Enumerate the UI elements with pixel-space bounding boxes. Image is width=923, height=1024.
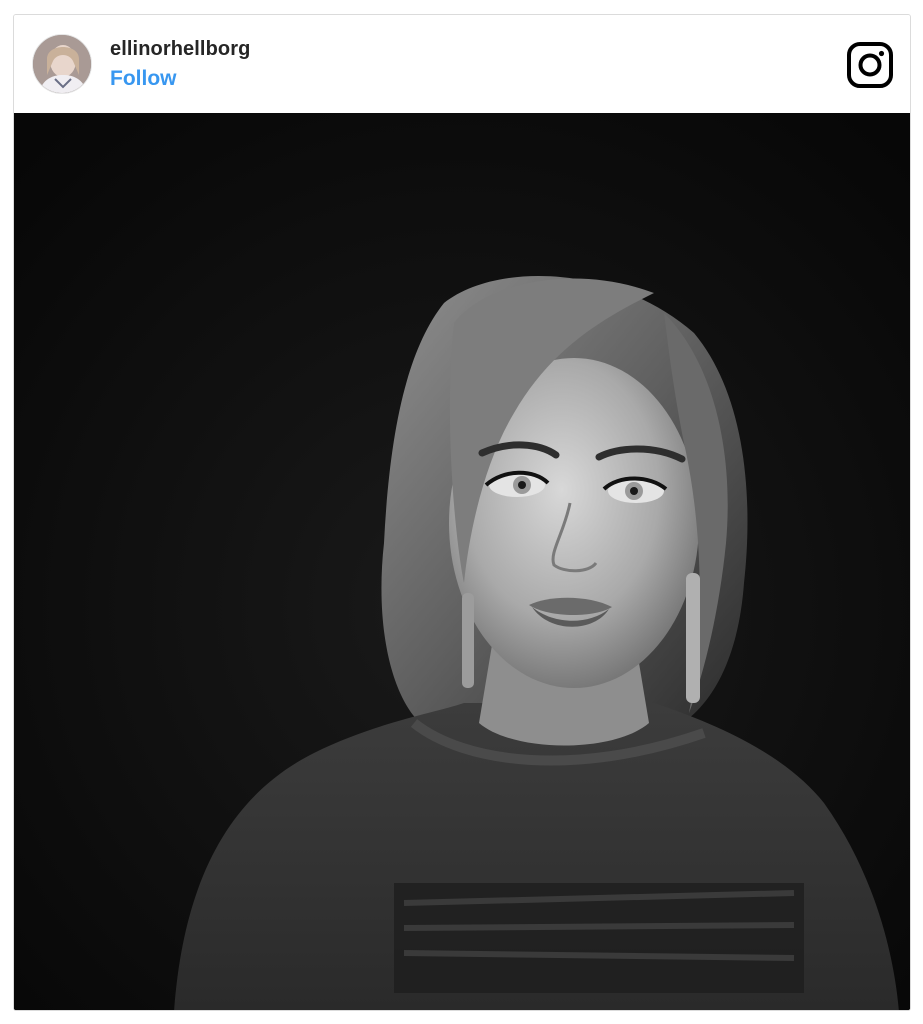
instagram-logo-icon[interactable] [846, 41, 894, 89]
avatar-image [33, 35, 91, 93]
portrait-image [14, 113, 910, 1010]
follow-button[interactable]: Follow [110, 67, 177, 91]
profile-avatar[interactable] [32, 34, 92, 94]
instagram-embed-card: ellinorhellborg Follow [13, 14, 911, 1011]
post-header: ellinorhellborg Follow [14, 15, 910, 113]
username[interactable]: ellinorhellborg [110, 38, 250, 61]
post-photo[interactable] [14, 113, 910, 1010]
